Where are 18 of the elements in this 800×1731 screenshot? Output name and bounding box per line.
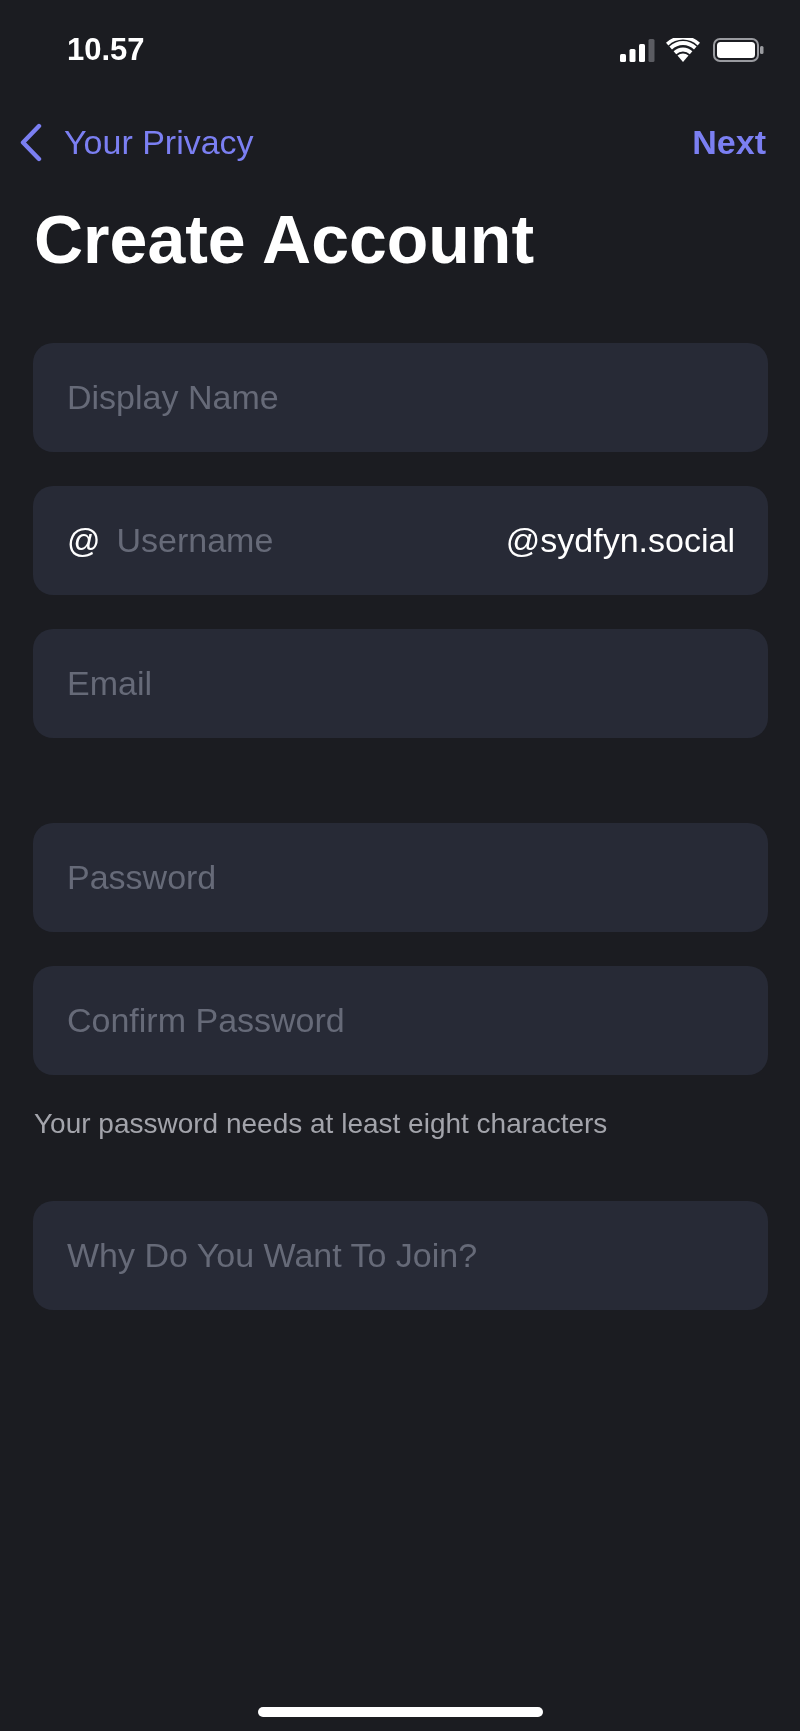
- password-hint: Your password needs at least eight characters: [34, 1109, 609, 1139]
- wifi-icon: [666, 38, 700, 62]
- back-button[interactable]: Your Privacy: [19, 122, 254, 162]
- at-sign-label: @: [67, 521, 101, 560]
- battery-icon: [713, 38, 764, 62]
- input-field[interactable]: Confirm Password: [33, 966, 768, 1075]
- next-button[interactable]: Next: [692, 122, 766, 162]
- signal-icon: [620, 38, 655, 62]
- domain-suffix: @sydfyn.social: [505, 521, 735, 560]
- page-title: Create Account: [34, 200, 535, 279]
- chevron-left-icon: [19, 122, 42, 162]
- clock-time: 10.57: [67, 33, 145, 67]
- input-field[interactable]: Display Name: [33, 343, 768, 452]
- input-field[interactable]: Email: [33, 629, 768, 738]
- username-field[interactable]: @ Username @sydfyn.social: [33, 486, 768, 595]
- input-field[interactable]: Password: [33, 823, 768, 932]
- input-field[interactable]: Why Do You Want To Join?: [33, 1201, 768, 1310]
- username-input[interactable]: Username: [116, 519, 490, 562]
